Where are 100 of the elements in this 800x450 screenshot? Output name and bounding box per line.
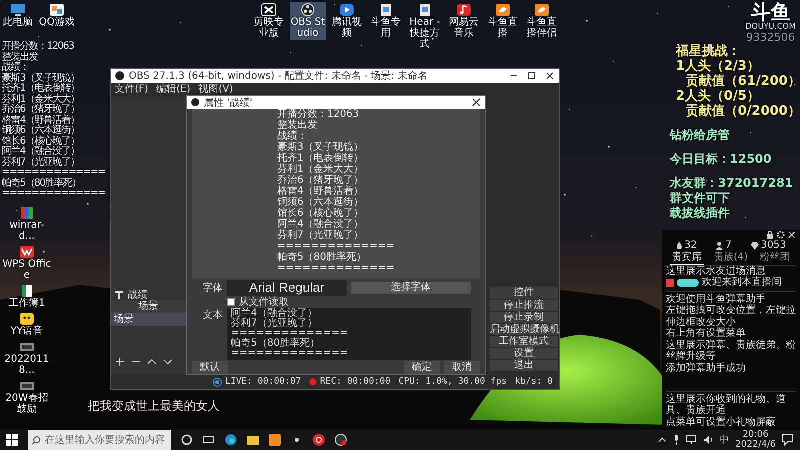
defaults-button[interactable]: 默认: [192, 361, 228, 374]
chat-tab[interactable]: 粉丝团: [758, 252, 792, 264]
chat-message: 这里展示水友进场消息: [666, 266, 767, 276]
dock-header: 场景: [111, 301, 186, 313]
desktop-shortcut[interactable]: winrar-d...: [2, 205, 52, 243]
spreadsheet-icon[interactable]: [19, 284, 35, 298]
ok-button[interactable]: 确定: [404, 361, 440, 374]
source-item[interactable]: 战绩: [111, 288, 186, 301]
browser-icon[interactable]: [225, 434, 237, 446]
notice-text: 钻粉给房管: [670, 128, 730, 143]
app-logo-icon: [191, 98, 200, 107]
shortcut-icon[interactable]: [417, 3, 433, 17]
menu-item[interactable]: 编辑(E): [156, 84, 191, 96]
close-icon[interactable]: [472, 98, 481, 107]
desktop-shortcut[interactable]: 斗鱼直播: [485, 2, 521, 40]
desktop-shortcut[interactable]: 工作簿1: [2, 283, 52, 310]
play-icon[interactable]: [339, 3, 355, 17]
video-file-icon[interactable]: [19, 340, 35, 354]
control-button[interactable]: 启动虚拟摄像机: [490, 324, 558, 335]
record-dot-icon: [309, 378, 318, 386]
gift-notice: 这里展示你收到的礼物、道具、贵族开通: [666, 394, 787, 416]
desktop-shortcut[interactable]: 剪映专业版: [251, 2, 287, 40]
menu-item[interactable]: 文件(F): [115, 84, 149, 96]
video-file-icon[interactable]: [19, 379, 35, 393]
app-icon[interactable]: [19, 312, 35, 326]
challenge-text: 2人头（0/5）: [676, 89, 760, 104]
desktop-shortcut[interactable]: WPS Office: [2, 244, 52, 282]
cpu-status: CPU: 1.0%, 30.00 fps: [398, 377, 508, 387]
computer-icon[interactable]: [10, 3, 26, 17]
close-icon[interactable]: [545, 71, 555, 81]
archive-icon[interactable]: [19, 206, 35, 220]
preview-text-line: ==============: [277, 241, 395, 252]
speaker-icon[interactable]: [702, 435, 714, 445]
music-note-icon[interactable]: [456, 3, 472, 17]
desktop-shortcut[interactable]: 此电脑: [0, 2, 36, 29]
folder-icon[interactable]: [247, 434, 259, 446]
chat-tab[interactable]: 贵宾席: [670, 252, 704, 264]
shortcut-icon[interactable]: [378, 3, 394, 17]
chat-tab[interactable]: 贵族(4): [712, 252, 750, 264]
circle-icon[interactable]: [181, 434, 193, 446]
control-button[interactable]: 设置: [490, 348, 558, 359]
overlay-text-line: 豪斯3（叉子现镜）: [2, 74, 80, 84]
desktop-shortcut[interactable]: 20220118...: [2, 339, 52, 377]
overlay-text-line: 帕奇5（80胜率死）: [2, 178, 82, 189]
preview-text-line: 整装出发: [277, 120, 318, 131]
lock-icon[interactable]: [766, 231, 774, 239]
system-message: 左键拖拽可改变位置，左键拉伸边框改变大小: [666, 305, 796, 328]
desktop-shortcut[interactable]: 斗鱼直播伴侣: [524, 2, 560, 40]
control-button[interactable]: 退出: [490, 360, 558, 371]
up-caret-icon[interactable]: [658, 436, 667, 444]
menu-item[interactable]: 视图(V): [198, 84, 234, 96]
desktop-shortcut[interactable]: Hear - 快捷方式: [407, 2, 443, 51]
desktop-shortcut[interactable]: QQ游戏: [39, 2, 75, 29]
task-view-icon[interactable]: [203, 434, 215, 446]
text-area[interactable]: 阿兰4（融合没了） 芬利7（光亚晚了） ============== 帕奇5（80胜率死） ==============: [227, 308, 471, 360]
control-button[interactable]: 停止推流: [490, 300, 558, 311]
desktop-shortcut[interactable]: 网易云音乐: [446, 2, 482, 40]
stat-count: 32: [684, 240, 698, 252]
dock-header: 控件: [490, 287, 558, 299]
record-app-icon[interactable]: [335, 434, 347, 446]
clock[interactable]: 20:06 2022/4/6: [736, 430, 776, 450]
diamond-icon: [750, 242, 759, 250]
input-method-indicator[interactable]: 中: [720, 433, 730, 447]
app-icon[interactable]: [19, 245, 35, 259]
desktop-shortcut[interactable]: 腾讯视频: [329, 2, 365, 40]
down-caret-icon[interactable]: [163, 357, 173, 367]
desktop-shortcut[interactable]: OBS Studio: [290, 2, 326, 40]
app-icon[interactable]: [534, 3, 550, 17]
microphone-icon[interactable]: [672, 435, 680, 445]
preview-text-line: 帕奇5（80胜率死）: [277, 252, 368, 263]
plus-icon[interactable]: [115, 357, 125, 367]
settings-icon[interactable]: [777, 231, 785, 239]
select-font-button[interactable]: 选择字体: [351, 282, 471, 294]
app-icon[interactable]: [495, 3, 511, 17]
preview-text-line: 豪斯3（叉子现镜）: [277, 142, 365, 153]
desktop-shortcut[interactable]: 斗鱼专用: [368, 2, 404, 40]
overlay-text-line: ==============: [2, 168, 106, 178]
overlay-text-line: 铜须6（六本逛街）: [2, 126, 80, 136]
desktop-shortcut[interactable]: YY语音: [2, 311, 52, 338]
maximize-icon[interactable]: [527, 71, 537, 81]
scene-item[interactable]: 场景: [111, 313, 186, 326]
field-label: 字体: [202, 282, 223, 294]
up-caret-icon[interactable]: [147, 357, 157, 367]
checkbox[interactable]: [227, 298, 235, 306]
app-logo-icon: [115, 71, 125, 81]
control-button[interactable]: 工作室模式: [490, 336, 558, 347]
preview-text-line: 馆长6（核心晚了）: [277, 208, 365, 219]
notification-icon[interactable]: [782, 434, 794, 446]
desktop-shortcut[interactable]: 20W春招鼓励: [2, 378, 52, 416]
notice-text: 载拔线插件: [670, 206, 731, 221]
app-icon[interactable]: [261, 3, 277, 17]
cancel-button[interactable]: 取消: [444, 361, 480, 374]
control-button[interactable]: 停止录制: [490, 312, 558, 323]
windows-icon[interactable]: [6, 434, 18, 446]
search-field[interactable]: 在这里输入你要搜索的内容: [28, 430, 171, 450]
music-app-icon[interactable]: [313, 434, 325, 446]
app-icon[interactable]: [49, 3, 65, 17]
subtitle-text: 把我变成世上最美的女人: [88, 399, 220, 413]
network-icon[interactable]: [686, 435, 697, 445]
dialog-title: 属性 '战绩': [204, 96, 253, 110]
